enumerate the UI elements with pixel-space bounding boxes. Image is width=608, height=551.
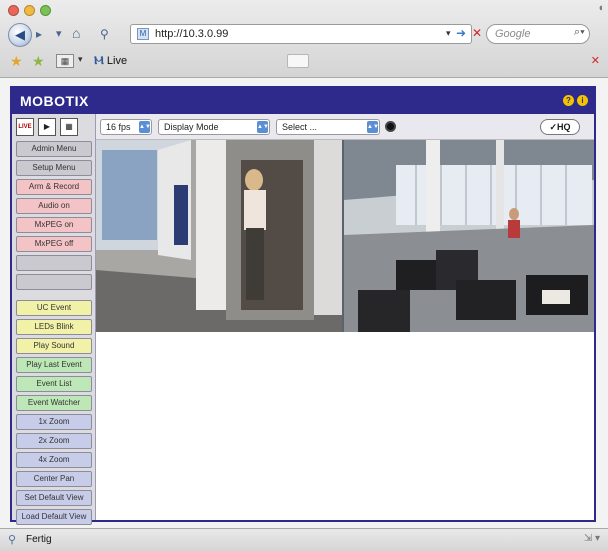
url-text: http://10.3.0.99 [155, 28, 229, 40]
maximize-window-button[interactable] [40, 5, 51, 16]
favicon: M [137, 28, 149, 40]
gear-icon[interactable] [385, 121, 396, 132]
home-icon[interactable]: ⌂ [72, 25, 80, 41]
new-tab-button[interactable] [287, 54, 309, 68]
sidebar-button-leds-blink[interactable]: LEDs Blink [16, 319, 92, 335]
hq-button[interactable]: ✓HQ [540, 119, 580, 135]
mobotix-tab-icon: Ⲙ [94, 53, 104, 67]
navigation-toolbar: ◀ ▸ ▾ ⌂ ⚲ M http://10.3.0.99 ▾ ➜ ✕ Googl… [0, 22, 608, 48]
search-icon[interactable]: ⌕▾ [574, 26, 585, 39]
status-resize-icon: ⇲ ▾ [583, 533, 600, 544]
sidebar-button-event-watcher[interactable]: Event Watcher [16, 395, 92, 411]
chevron-down-icon: ▲▼ [367, 121, 379, 133]
close-icon[interactable]: ✕ [591, 54, 600, 67]
browser-chrome: ◖ ◀ ▸ ▾ ⌂ ⚲ M http://10.3.0.99 ▾ ➜ ✕ Goo… [0, 0, 608, 78]
sidebar-button-center-pan[interactable]: Center Pan [16, 471, 92, 487]
grid-icon[interactable]: ▦ [56, 54, 74, 68]
sidebar-button-mxpeg-on[interactable]: MxPEG on [16, 217, 92, 233]
sidebar-button-spacer-7[interactable] [16, 274, 92, 290]
select-dropdown-value: Select ... [282, 122, 318, 132]
help-icon[interactable]: ? [563, 95, 574, 106]
window-controls [8, 5, 51, 16]
sidebar-button-arm-record[interactable]: Arm & Record [16, 179, 92, 195]
sidebar-button-4x-zoom[interactable]: 4x Zoom [16, 452, 92, 468]
bookmark-add-icon[interactable]: ★ [32, 53, 45, 70]
camera-feed-graphic [96, 140, 594, 332]
dropdown-history-icon[interactable]: ▾ [56, 27, 62, 40]
display-mode-select[interactable]: Display Mode ▲▼ [158, 119, 270, 135]
fps-select-value: 16 fps [106, 122, 131, 132]
sidebar-button-admin-menu[interactable]: Admin Menu [16, 141, 92, 157]
mobotix-frame: MOBOTIX ? i LIVE ▶ ▦ Admin Menu Setup Men… [10, 86, 596, 544]
sidebar-button-spacer-6[interactable] [16, 255, 92, 271]
info-icon[interactable]: i [577, 95, 588, 106]
sidebar-button-2x-zoom[interactable]: 2x Zoom [16, 433, 92, 449]
chevron-down-icon: ▲▼ [139, 121, 151, 133]
status-globe-icon: ⚲ [8, 534, 17, 546]
play-icon[interactable]: ▶ [38, 118, 56, 136]
tab-live[interactable]: Ⲙ Live [94, 53, 127, 68]
back-button[interactable]: ◀ [8, 23, 32, 47]
fps-select[interactable]: 16 fps ▲▼ [100, 119, 152, 135]
view-mode-icons: LIVE ▶ ▦ [16, 118, 78, 136]
address-bar[interactable]: M http://10.3.0.99 [130, 24, 472, 44]
bookmarks-toolbar: ★ ★ ▦ ▾ Ⲙ Live ✕ [0, 50, 608, 74]
status-text: Fertig [26, 534, 52, 545]
mobotix-header: MOBOTIX ? i [12, 88, 594, 114]
page-content: MOBOTIX ? i LIVE ▶ ▦ Admin Menu Setup Men… [0, 78, 608, 544]
sidebar-button-set-default-view[interactable]: Set Default View [16, 490, 92, 506]
mobotix-logo: MOBOTIX [20, 93, 89, 109]
sidebar: LIVE ▶ ▦ Admin Menu Setup Menu Arm & Recor… [12, 114, 96, 544]
tab-title: Live [106, 55, 128, 67]
select-dropdown[interactable]: Select ... ▲▼ [276, 119, 380, 135]
hq-icon: ✓ [549, 122, 558, 132]
display-mode-value: Display Mode [164, 122, 219, 132]
close-window-button[interactable] [8, 5, 19, 16]
sidebar-button-play-last-event[interactable]: Play Last Event [16, 357, 92, 373]
sidebar-button-1x-zoom[interactable]: 1x Zoom [16, 414, 92, 430]
sidebar-button-setup-menu[interactable]: Setup Menu [16, 160, 92, 176]
window-resize-icon: ◖ [597, 2, 604, 14]
url-dropdown-icon[interactable]: ▾ [446, 28, 451, 39]
chevron-down-icon[interactable]: ▾ [78, 54, 83, 65]
chevron-down-icon: ▲▼ [257, 121, 269, 133]
bookmark-star-icon[interactable]: ★ [10, 53, 23, 70]
sidebar-button-load-default-view[interactable]: Load Default View [16, 509, 92, 525]
sidebar-button-mxpeg-off[interactable]: MxPEG off [16, 236, 92, 252]
minimize-window-button[interactable] [24, 5, 35, 16]
empty-viewer-area [96, 332, 594, 520]
sidebar-button-uc-event[interactable]: UC Event [16, 300, 92, 316]
grid-view-icon[interactable]: ▦ [60, 118, 78, 136]
sidebar-button-audio-on[interactable]: Audio on [16, 198, 92, 214]
sidebar-button-event-list[interactable]: Event List [16, 376, 92, 392]
live-view-icon[interactable]: LIVE [16, 118, 34, 136]
hq-label: HQ [557, 122, 571, 132]
live-camera-image[interactable] [96, 140, 594, 332]
rss-icon[interactable]: ⚲ [100, 27, 109, 41]
search-placeholder: Google [495, 28, 531, 40]
status-bar: ⚲ Fertig ⇲ ▾ [0, 528, 608, 551]
go-icon[interactable]: ➜ [456, 26, 466, 40]
stop-icon[interactable]: ✕ [472, 26, 482, 40]
forward-button[interactable]: ▸ [36, 27, 42, 41]
sidebar-button-play-sound[interactable]: Play Sound [16, 338, 92, 354]
camera-toolbar: 16 fps ▲▼ Display Mode ▲▼ Select ... ▲▼ … [96, 114, 594, 140]
